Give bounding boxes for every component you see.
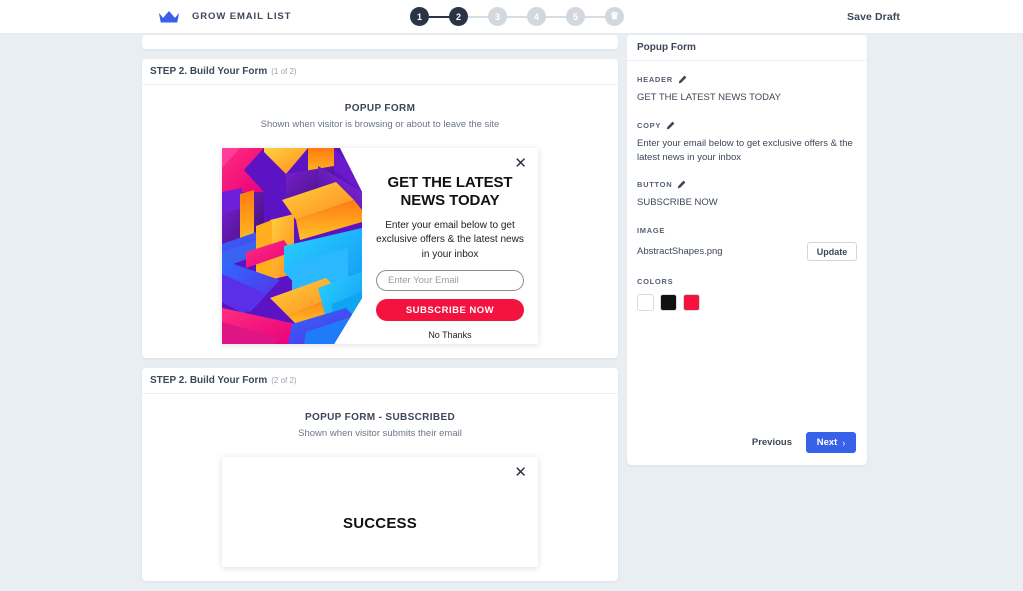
previous-button[interactable]: Previous (752, 437, 792, 448)
top-bar: GROW EMAIL LIST 1 2 3 4 5 ♛ Save Draft (0, 0, 1023, 34)
stepper-line-4 (545, 15, 567, 18)
center-column: STEP 2. Build Your Form (1 of 2) POPUP F… (142, 35, 618, 591)
abstract-shapes-image (222, 148, 362, 344)
stepper-step-1[interactable]: 1 (410, 7, 429, 26)
brand-name: GROW EMAIL LIST (192, 11, 292, 22)
popup-copy: Enter your email below to get exclusive … (376, 219, 524, 260)
next-button[interactable]: Next › (806, 432, 856, 453)
image-filename: AbstractShapes.png (637, 246, 723, 258)
panel-body: HEADER GET THE LATEST NEWS TODAY COPY En… (627, 61, 867, 312)
card-2-header: STEP 2. Build Your Form (2 of 2) (142, 368, 618, 394)
color-swatch-white[interactable] (637, 294, 654, 312)
close-icon[interactable]: ✕ (514, 156, 527, 171)
field-header: HEADER GET THE LATEST NEWS TODAY (637, 75, 857, 105)
update-image-button[interactable]: Update (807, 242, 857, 262)
next-button-label: Next (816, 437, 838, 448)
stepper: 1 2 3 4 5 ♛ (410, 7, 624, 26)
stepper-step-5-label: 5 (572, 11, 578, 22)
close-icon[interactable]: ✕ (514, 465, 527, 480)
panel-title: Popup Form (637, 42, 696, 53)
brand: GROW EMAIL LIST (158, 10, 291, 24)
no-thanks-link[interactable]: No Thanks (428, 330, 471, 340)
stepper-step-4-label: 4 (533, 11, 539, 22)
field-header-value: GET THE LATEST NEWS TODAY (637, 92, 781, 103)
subscribe-button[interactable]: SUBSCRIBE NOW (376, 299, 524, 322)
preview-2-subtitle: Shown when visitor submits their email (298, 428, 462, 439)
card-2-subtitle: (2 of 2) (271, 376, 297, 385)
stepper-line-1 (428, 15, 450, 18)
stepper-step-2[interactable]: 2 (449, 7, 468, 26)
preview-1-subtitle: Shown when visitor is browsing or about … (260, 119, 500, 130)
popup-form-panel: Popup Form HEADER GET THE LATEST NEWS TO… (627, 35, 867, 465)
stepper-step-2-label: 2 (455, 11, 461, 22)
image-row: AbstractShapes.png Update (637, 242, 857, 262)
field-copy-label-row: COPY (637, 121, 857, 130)
crown-icon (158, 10, 180, 24)
stepper-step-4[interactable]: 4 (527, 7, 546, 26)
pencil-icon[interactable] (666, 121, 675, 130)
color-swatches (637, 294, 857, 312)
color-swatch-red[interactable] (683, 294, 700, 312)
card-1-title: STEP 2. Build Your Form (150, 66, 268, 77)
popup-headline: GET THE LATEST NEWS TODAY (387, 174, 513, 210)
popup-success-preview: ✕ SUCCESS (222, 457, 538, 567)
stepper-line-5 (584, 15, 606, 18)
field-header-label: HEADER (637, 75, 673, 84)
field-colors-label: COLORS (637, 277, 674, 287)
pencil-icon[interactable] (677, 180, 686, 189)
card-1-subtitle: (1 of 2) (271, 67, 297, 76)
stepper-line-3 (506, 15, 528, 18)
panel-footer: Previous Next › (752, 432, 856, 453)
field-button: BUTTON SUBSCRIBE NOW (637, 180, 857, 210)
stepper-line-2 (467, 15, 489, 18)
field-button-label: BUTTON (637, 180, 673, 190)
field-image-label-row: IMAGE (637, 226, 857, 235)
field-button-value: SUBSCRIBE NOW (637, 197, 718, 209)
field-header-label-row: HEADER (637, 75, 857, 84)
field-colors: COLORS (637, 277, 857, 312)
card-1-header: STEP 2. Build Your Form (1 of 2) (142, 59, 618, 85)
field-image-label: IMAGE (637, 226, 666, 236)
field-copy: COPY Enter your email below to get exclu… (637, 121, 857, 165)
card-2-title: STEP 2. Build Your Form (150, 375, 268, 386)
preview-2-title: POPUP FORM - SUBSCRIBED (304, 412, 456, 423)
card-1-body: POPUP FORM Shown when visitor is browsin… (142, 85, 618, 358)
card-stub-above (142, 35, 618, 49)
field-button-label-row: BUTTON (637, 180, 857, 189)
stage: STEP 2. Build Your Form (1 of 2) POPUP F… (0, 34, 1023, 581)
stepper-step-3[interactable]: 3 (488, 7, 507, 26)
success-headline: SUCCESS (343, 515, 417, 532)
build-form-card-2: STEP 2. Build Your Form (2 of 2) POPUP F… (142, 368, 618, 581)
chevron-right-icon: › (842, 437, 846, 448)
field-colors-label-row: COLORS (637, 277, 857, 286)
stepper-step-1-label: 1 (416, 11, 422, 22)
popup-preview: ✕ GET THE LATEST NEWS TODAY Enter your e… (222, 148, 538, 344)
field-copy-label: COPY (637, 120, 662, 130)
preview-1-title: POPUP FORM (344, 103, 416, 114)
save-draft-button[interactable]: Save Draft (847, 11, 900, 23)
color-swatch-black[interactable] (660, 294, 677, 312)
field-copy-value: Enter your email below to get exclusive … (637, 137, 853, 163)
stepper-step-5[interactable]: 5 (566, 7, 585, 26)
card-2-body: POPUP FORM - SUBSCRIBED Shown when visit… (142, 394, 618, 581)
email-input[interactable]: Enter Your Email (376, 270, 524, 292)
stepper-step-3-label: 3 (494, 11, 500, 22)
stepper-step-trophy[interactable]: ♛ (605, 7, 624, 26)
field-image: IMAGE AbstractShapes.png Update (637, 226, 857, 262)
pencil-icon[interactable] (678, 75, 687, 84)
popup-content: ✕ GET THE LATEST NEWS TODAY Enter your e… (362, 148, 538, 344)
panel-header: Popup Form (627, 35, 867, 61)
trophy-icon: ♛ (610, 10, 619, 22)
build-form-card-1: STEP 2. Build Your Form (1 of 2) POPUP F… (142, 59, 618, 358)
